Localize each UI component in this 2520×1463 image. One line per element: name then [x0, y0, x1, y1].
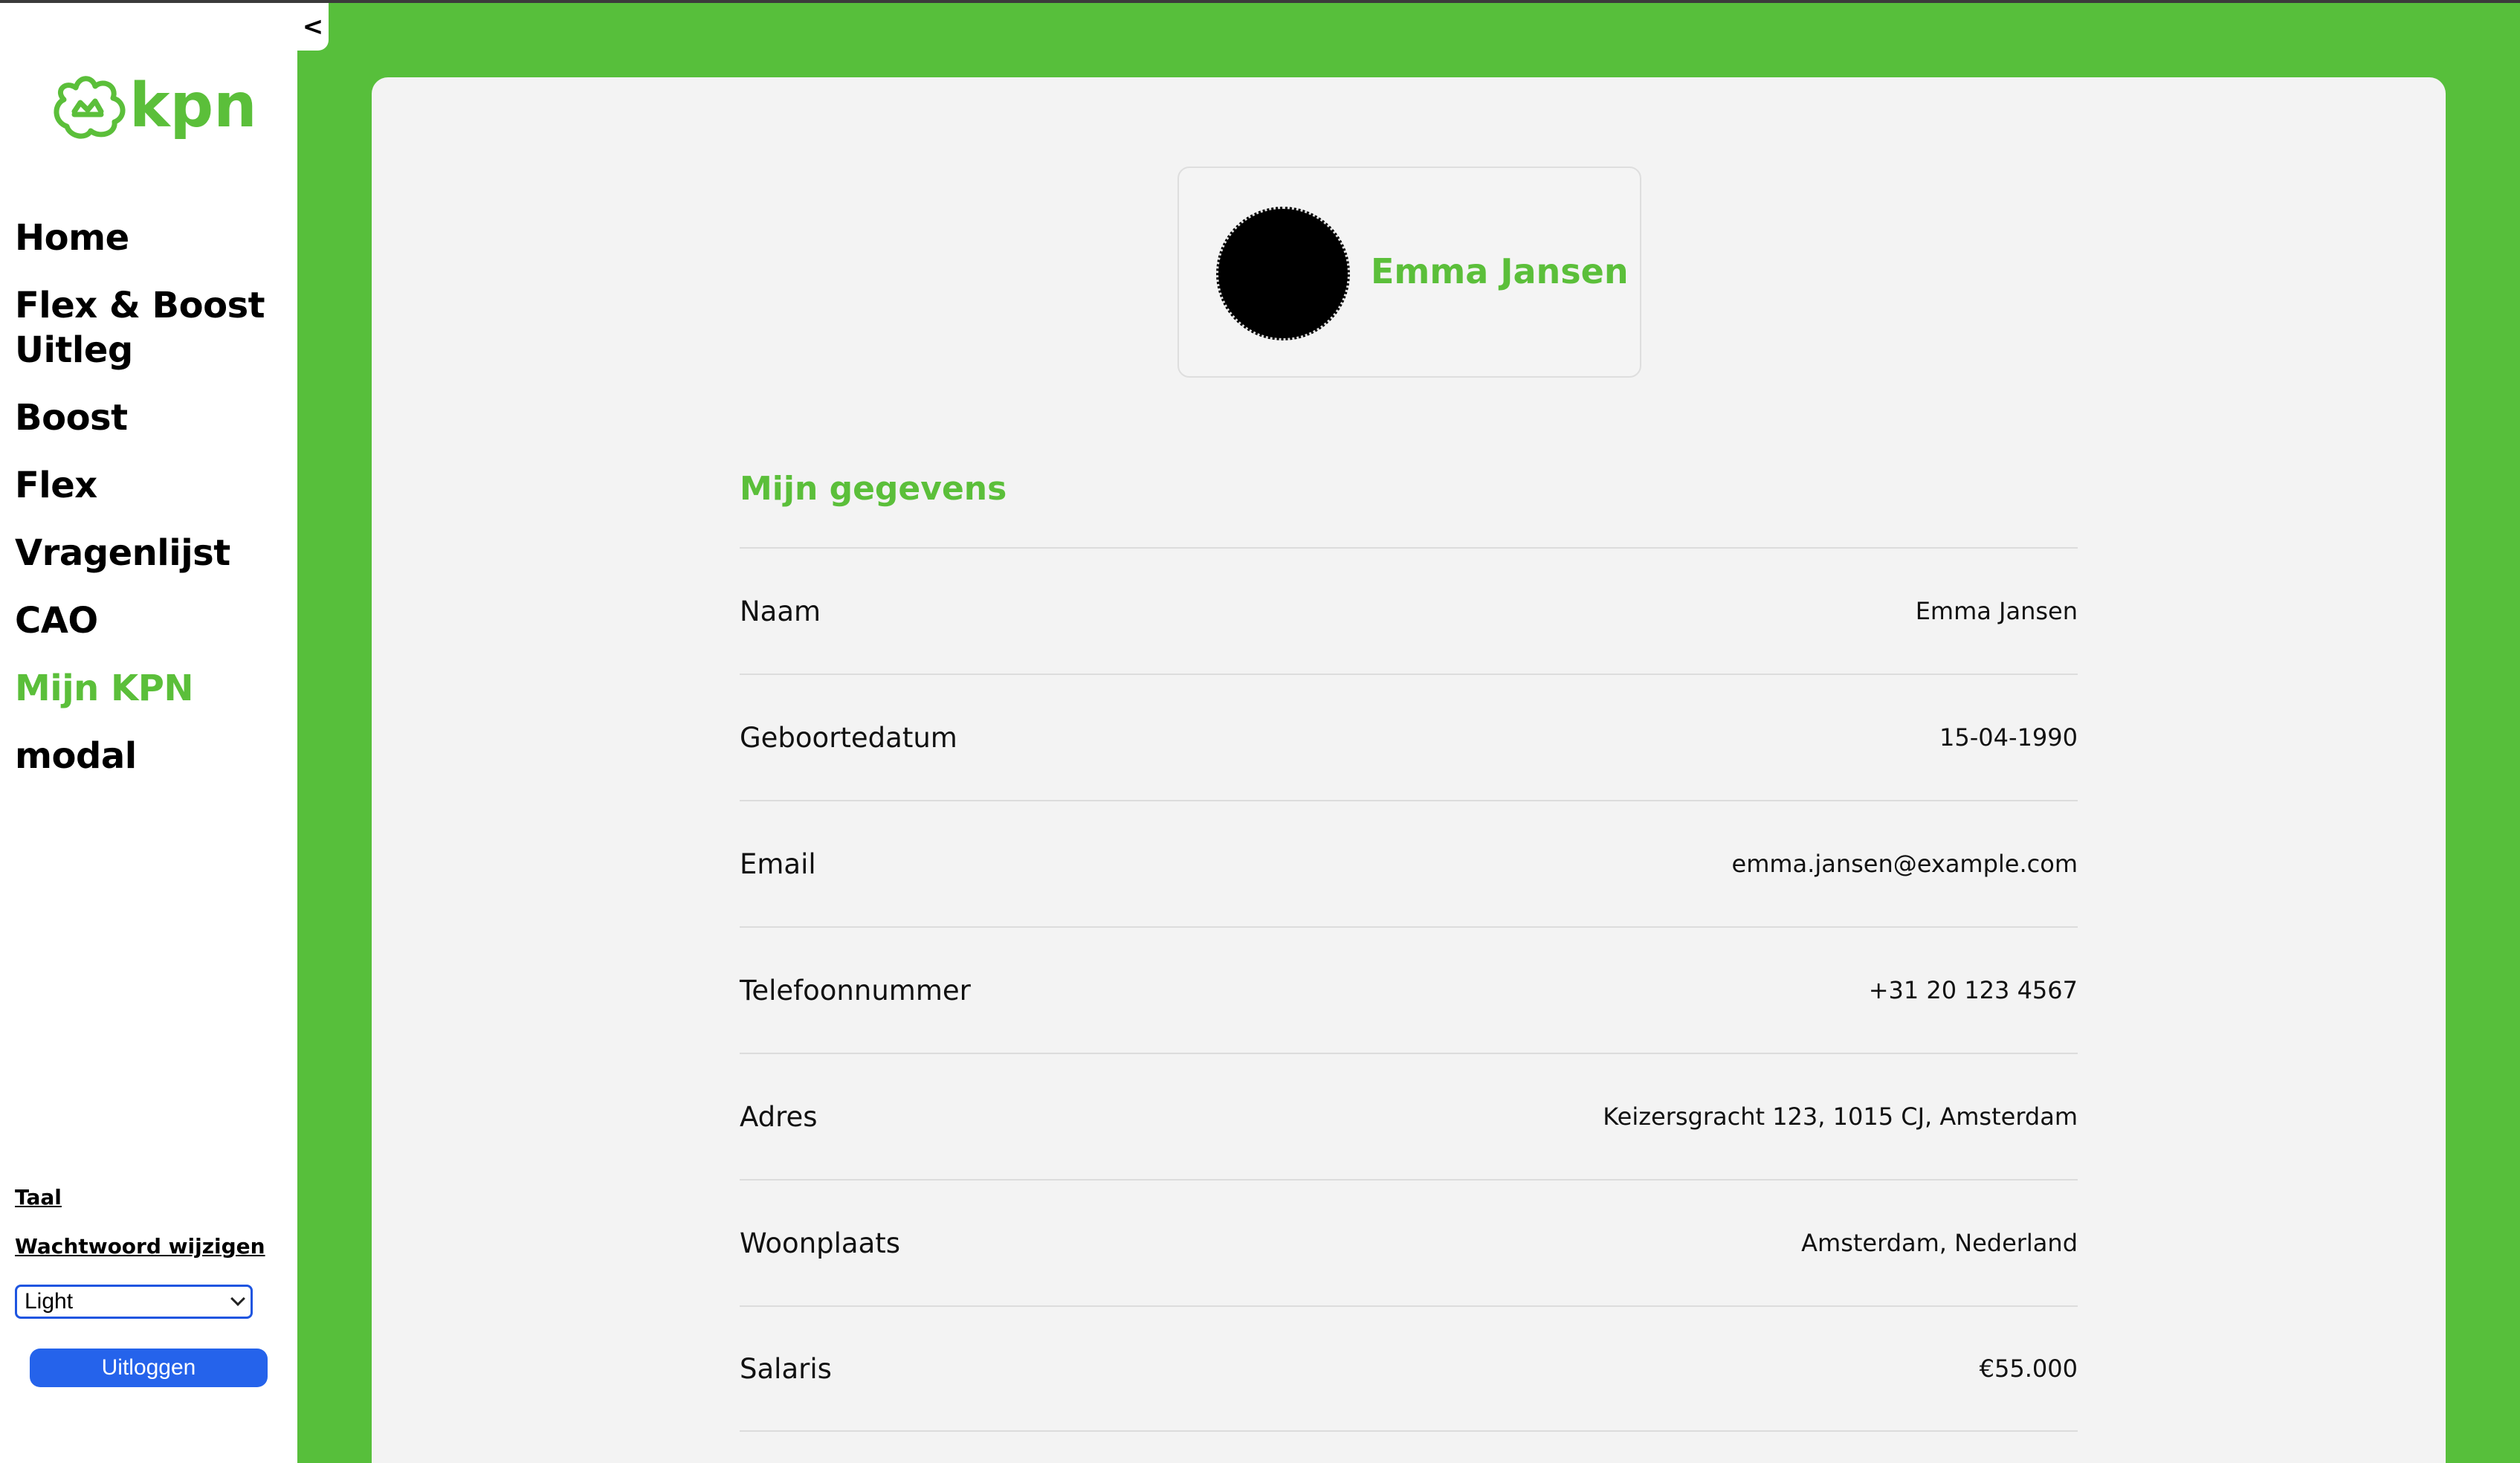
theme-select-value: Light	[25, 1289, 74, 1314]
detail-row-naam: Naam Emma Jansen	[740, 547, 2078, 674]
detail-value: Keizersgracht 123, 1015 CJ, Amsterdam	[1603, 1102, 2078, 1131]
detail-value: emma.jansen@example.com	[1731, 850, 2078, 878]
nav-item-flex[interactable]: Flex	[15, 463, 290, 508]
detail-row-salaris: Salaris €55.000	[740, 1305, 2078, 1432]
detail-label: Woonplaats	[740, 1227, 901, 1259]
detail-value: €55.000	[1979, 1354, 2078, 1383]
detail-row-adres: Adres Keizersgracht 123, 1015 CJ, Amster…	[740, 1053, 2078, 1179]
chevron-down-icon	[230, 1291, 245, 1306]
nav-item-modal[interactable]: modal	[15, 734, 290, 778]
section-title: Mijn gegevens	[740, 470, 1007, 508]
detail-row-email: Email emma.jansen@example.com	[740, 800, 2078, 926]
change-password-link[interactable]: Wachtwoord wijzigen	[15, 1234, 265, 1259]
nav-item-mijn-kpn[interactable]: Mijn KPN	[15, 666, 290, 711]
detail-value: +31 20 123 4567	[1868, 976, 2078, 1004]
nav-item-cao[interactable]: CAO	[15, 598, 290, 643]
nav-item-home[interactable]: Home	[15, 216, 290, 260]
detail-value: 15-04-1990	[1939, 723, 2078, 752]
profile-name: Emma Jansen	[1371, 251, 1629, 291]
detail-row-geboortedatum: Geboortedatum 15-04-1990	[740, 674, 2078, 800]
details-list: Naam Emma Jansen Geboortedatum 15-04-199…	[740, 547, 2078, 1432]
detail-label: Geboortedatum	[740, 721, 957, 754]
detail-label: Telefoonnummer	[740, 974, 971, 1007]
theme-select[interactable]: Light	[15, 1285, 253, 1319]
detail-row-telefoonnummer: Telefoonnummer +31 20 123 4567	[740, 926, 2078, 1053]
collapse-sidebar-button[interactable]: <	[297, 3, 329, 51]
detail-value: Amsterdam, Nederland	[1801, 1229, 2078, 1257]
kpn-logo[interactable]: kpn	[49, 65, 257, 147]
top-border	[0, 0, 2520, 3]
logout-button[interactable]: Uitloggen	[30, 1349, 268, 1387]
main-nav: Home Flex & Boost Uitleg Boost Flex Vrag…	[15, 216, 290, 801]
detail-row-woonplaats: Woonplaats Amsterdam, Nederland	[740, 1179, 2078, 1305]
main-area: Emma Jansen Mijn gegevens Naam Emma Jans…	[297, 0, 2520, 1463]
language-link[interactable]: Taal	[15, 1185, 62, 1210]
sidebar: kpn Home Flex & Boost Uitleg Boost Flex …	[0, 0, 297, 1463]
detail-label: Salaris	[740, 1352, 832, 1385]
chevron-left-icon: <	[302, 12, 324, 42]
nav-item-boost[interactable]: Boost	[15, 395, 290, 440]
avatar[interactable]	[1216, 207, 1350, 340]
profile-card: Emma Jansen	[1177, 167, 1641, 378]
nav-item-flex-boost-uitleg[interactable]: Flex & Boost Uitleg	[15, 283, 290, 372]
nav-item-vragenlijst[interactable]: Vragenlijst	[15, 531, 290, 575]
detail-label: Naam	[740, 595, 821, 627]
content-card: Emma Jansen Mijn gegevens Naam Emma Jans…	[372, 77, 2446, 1463]
detail-label: Email	[740, 847, 816, 880]
detail-label: Adres	[740, 1100, 818, 1133]
logo-text: kpn	[129, 71, 257, 141]
detail-value: Emma Jansen	[1915, 597, 2078, 625]
